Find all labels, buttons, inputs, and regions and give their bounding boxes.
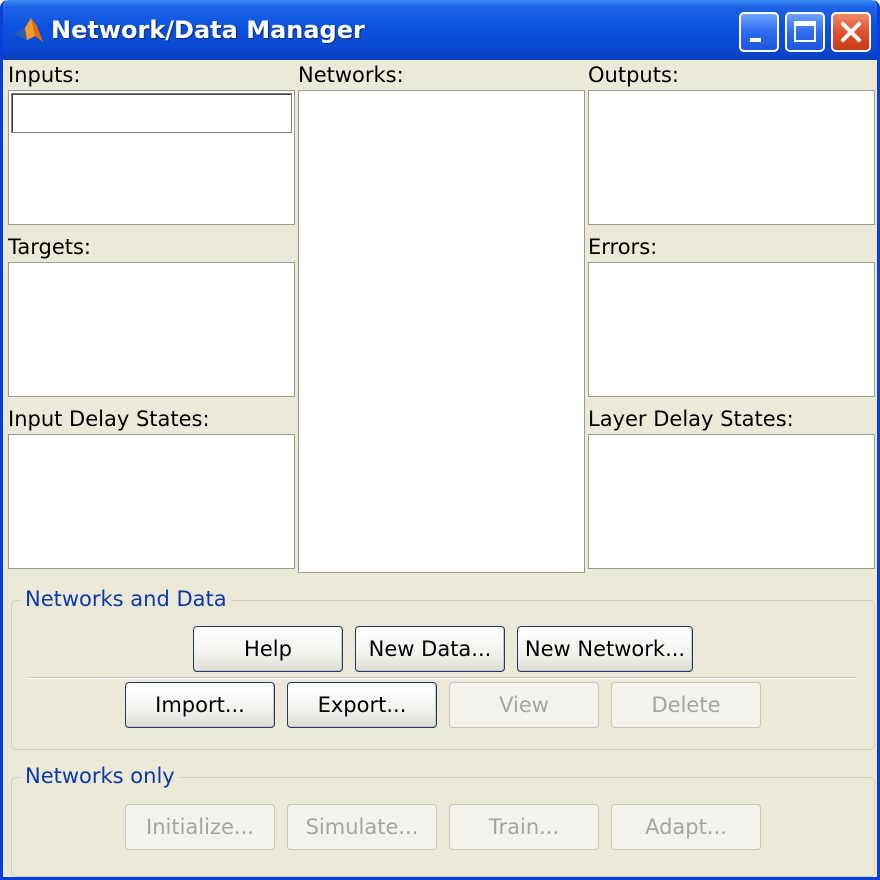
new-network-button[interactable]: New Network... xyxy=(517,626,693,672)
export-button[interactable]: Export... xyxy=(287,682,437,728)
layer-delay-states-label: Layer Delay States: xyxy=(588,407,794,431)
inputs-label: Inputs: xyxy=(8,63,81,87)
outputs-list[interactable] xyxy=(588,90,875,225)
import-button[interactable]: Import... xyxy=(125,682,275,728)
inputs-list[interactable] xyxy=(8,90,295,225)
title-bar[interactable]: Network/Data Manager xyxy=(3,0,877,60)
minimize-button[interactable] xyxy=(739,12,779,52)
layer-delay-states-list[interactable] xyxy=(588,434,875,569)
app-window: Network/Data Manager Inputs: Targets: In… xyxy=(0,0,880,880)
simulate-button: Simulate... xyxy=(287,804,437,850)
close-icon xyxy=(841,22,861,42)
new-data-button[interactable]: New Data... xyxy=(355,626,505,672)
networks-only-title: Networks only xyxy=(21,764,179,788)
inputs-selected-row[interactable] xyxy=(11,93,292,133)
delete-button: Delete xyxy=(611,682,761,728)
train-button: Train... xyxy=(449,804,599,850)
networks-list[interactable] xyxy=(298,90,585,573)
close-button[interactable] xyxy=(831,12,871,52)
adapt-button: Adapt... xyxy=(611,804,761,850)
errors-label: Errors: xyxy=(588,235,658,259)
networks-label: Networks: xyxy=(298,63,404,87)
help-button[interactable]: Help xyxy=(193,626,343,672)
button-row-divider xyxy=(29,677,857,679)
errors-list[interactable] xyxy=(588,262,875,397)
networks-and-data-title: Networks and Data xyxy=(21,587,231,611)
targets-label: Targets: xyxy=(8,235,91,259)
targets-list[interactable] xyxy=(8,262,295,397)
outputs-label: Outputs: xyxy=(588,63,679,87)
window-title: Network/Data Manager xyxy=(51,16,365,44)
input-delay-states-list[interactable] xyxy=(8,434,295,569)
initialize-button: Initialize... xyxy=(125,804,275,850)
view-button: View xyxy=(449,682,599,728)
minimize-icon xyxy=(750,38,761,42)
maximize-button[interactable] xyxy=(785,12,825,52)
input-delay-states-label: Input Delay States: xyxy=(8,407,210,431)
maximize-icon xyxy=(794,21,816,42)
matlab-logo-icon xyxy=(13,16,45,46)
